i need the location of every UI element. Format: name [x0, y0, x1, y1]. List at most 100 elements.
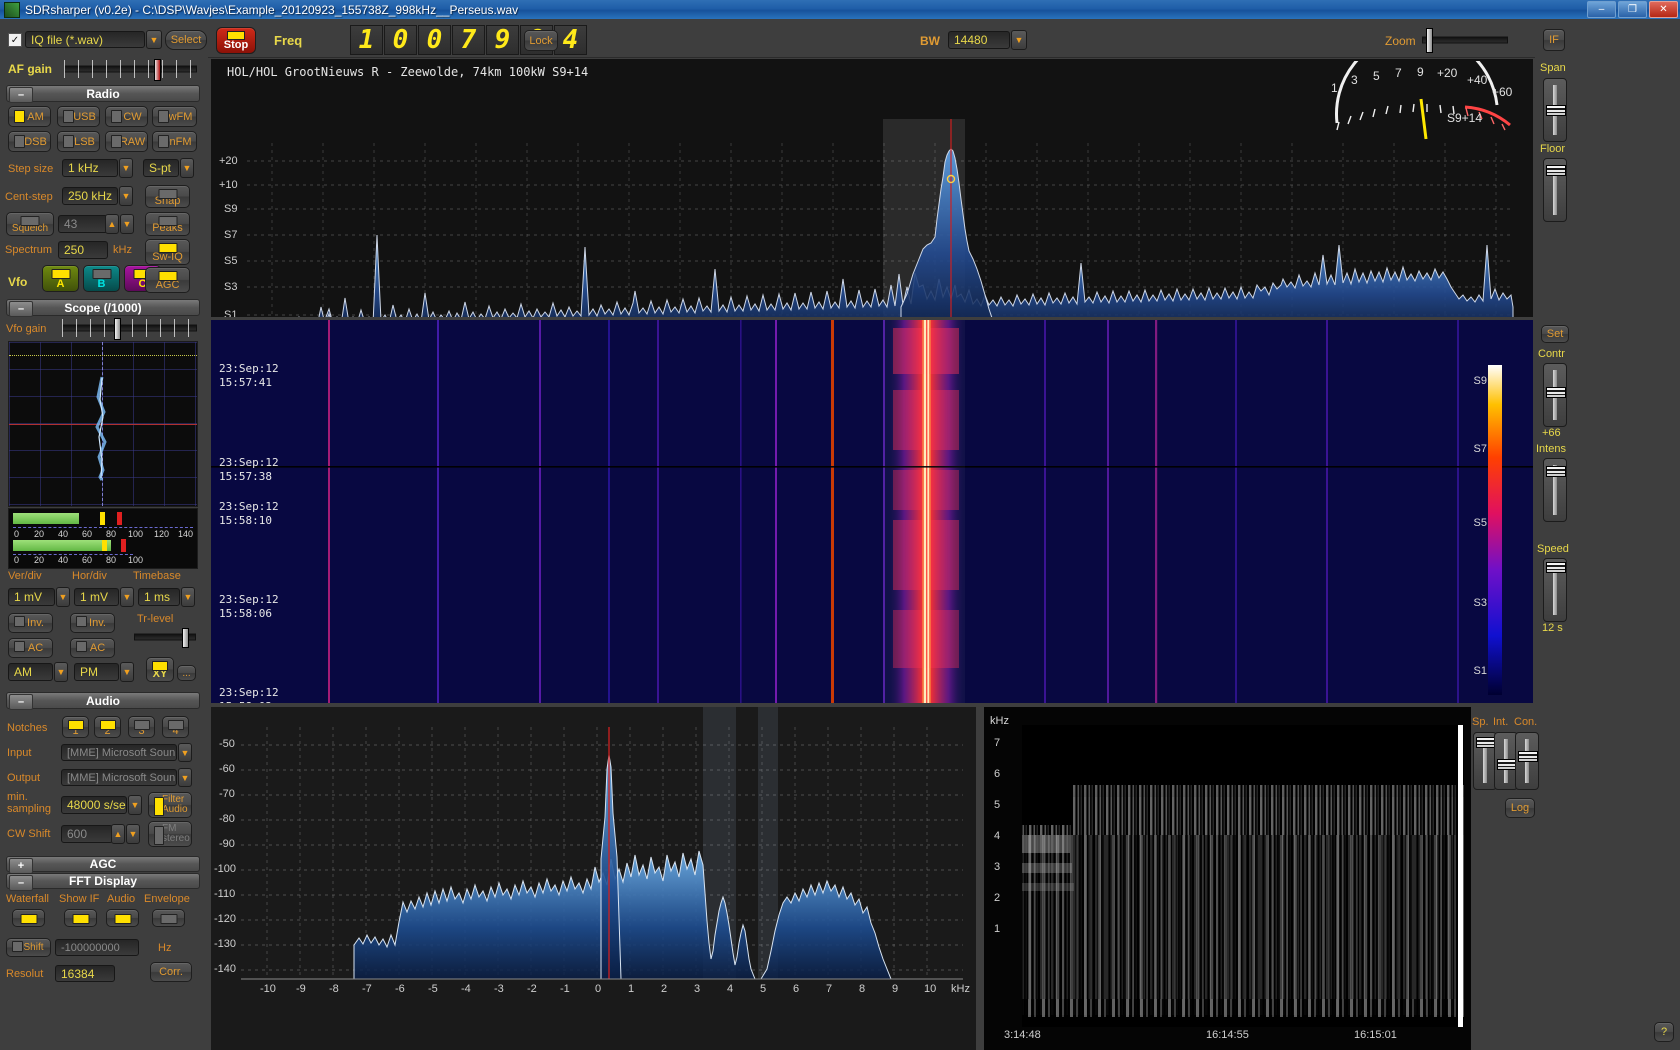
notch-button-3[interactable]: 3 [128, 716, 155, 738]
inv-button-2[interactable]: Inv. [70, 613, 115, 633]
freq-digit[interactable]: 9 [486, 25, 519, 55]
source-dropdown-arrow[interactable]: ▼ [146, 30, 162, 49]
int-slider-knob[interactable] [1497, 759, 1517, 770]
xy-button[interactable]: XY [146, 657, 174, 682]
zoom-slider[interactable] [1422, 29, 1508, 50]
audio-output-field[interactable]: [MME] Microsoft Soun [61, 769, 177, 786]
tr-level-knob[interactable] [182, 628, 189, 648]
zoom-slider-knob[interactable] [1426, 28, 1433, 53]
source-select-field[interactable]: IQ file (*.wav) [25, 31, 145, 48]
contr-slider[interactable] [1543, 363, 1567, 427]
verdiv-field[interactable]: 1 mV [8, 588, 55, 606]
freq-digit[interactable]: 4 [554, 25, 587, 55]
speed-slider-knob[interactable] [1546, 562, 1566, 573]
audio-toggle[interactable] [106, 909, 139, 927]
min-sampling-field[interactable]: 48000 s/se [61, 796, 127, 814]
af-gain-knob[interactable] [154, 59, 161, 81]
peaks-button[interactable]: Peaks [145, 212, 190, 236]
af-gain-slider[interactable] [64, 60, 197, 78]
step-size-dropdown-arrow[interactable]: ▼ [119, 158, 133, 178]
vfo-gain-knob[interactable] [114, 318, 121, 340]
freq-digit[interactable]: 1 [350, 25, 383, 55]
audio-input-field[interactable]: [MME] Microsoft Soun [61, 744, 177, 761]
spt-field[interactable]: S-pt [143, 159, 179, 177]
cw-shift-up-arrow[interactable]: ▲ [111, 824, 125, 844]
cent-step-dropdown-arrow[interactable]: ▼ [119, 186, 133, 206]
help-button[interactable]: ? [1654, 1022, 1674, 1042]
cw-shift-down-arrow[interactable]: ▼ [126, 824, 140, 844]
agc-button[interactable]: AGC [145, 267, 190, 293]
speed-slider[interactable] [1543, 558, 1567, 622]
span-slider[interactable] [1543, 78, 1567, 142]
tr-level-slider[interactable] [134, 629, 196, 645]
mode-button-raw[interactable]: RAW [105, 131, 148, 152]
contr-slider-knob[interactable] [1546, 387, 1566, 398]
con-slider[interactable] [1515, 732, 1539, 790]
mode-button-wfm[interactable]: wFM [152, 106, 197, 127]
span-slider-knob[interactable] [1546, 105, 1566, 116]
freq-digit[interactable]: 7 [452, 25, 485, 55]
cent-step-field[interactable]: 250 kHz [62, 187, 118, 205]
vfo-button-a[interactable]: A [42, 265, 79, 292]
ac-button-1[interactable]: AC [8, 638, 53, 658]
audio-spectrogram-panel[interactable]: kHz 7 6 5 4 3 2 1 [984, 707, 1471, 1050]
timebase-field[interactable]: 1 ms [138, 588, 180, 606]
bw-dropdown-arrow[interactable]: ▼ [1011, 30, 1027, 50]
cw-shift-field[interactable]: 600 [61, 825, 113, 843]
agc-expand-toggle[interactable]: + [9, 858, 33, 874]
source-enable-checkbox[interactable]: ✓ [8, 33, 22, 47]
audio-output-dropdown-arrow[interactable]: ▼ [178, 768, 192, 787]
scope-section-header[interactable]: – Scope (/1000) [6, 299, 200, 316]
audio-collapse-toggle[interactable]: – [9, 694, 33, 710]
close-button[interactable]: ✕ [1649, 1, 1678, 18]
step-size-field[interactable]: 1 kHz [62, 159, 118, 177]
vfo-gain-slider[interactable] [62, 319, 197, 337]
hordiv-dropdown-arrow[interactable]: ▼ [120, 587, 134, 607]
if-audio-fft-panel[interactable]: -50 -60 -70 -80 -90 -100 -110 -120 -130 … [211, 707, 976, 1050]
if-button[interactable]: IF [1543, 29, 1565, 51]
log-button[interactable]: Log [1505, 798, 1535, 818]
freq-digit[interactable]: 0 [384, 25, 417, 55]
scope-more-button[interactable]: ... [177, 665, 196, 681]
squelch-button[interactable]: Squelch [6, 212, 54, 236]
verdiv-dropdown-arrow[interactable]: ▼ [56, 587, 70, 607]
inv-button-1[interactable]: Inv. [8, 613, 53, 633]
ac-button-2[interactable]: AC [70, 638, 115, 658]
notch-button-1[interactable]: 1 [62, 716, 89, 738]
rf-spectrum-panel[interactable]: HOL/HOL GrootNieuws R - Zeewolde, 74km 1… [211, 59, 1533, 317]
freq-digit[interactable]: 0 [418, 25, 451, 55]
fft-section-header[interactable]: – FFT Display [6, 873, 200, 889]
notch-button-2[interactable]: 2 [94, 716, 121, 738]
scope-collapse-toggle[interactable]: – [9, 301, 33, 317]
snap-button[interactable]: Snap [145, 185, 190, 208]
intens-slider[interactable] [1543, 458, 1567, 522]
spt-dropdown-arrow[interactable]: ▼ [180, 158, 194, 178]
fm-stereo-button[interactable]: FM stereo [148, 821, 192, 847]
mode-button-dsb[interactable]: DSB [8, 131, 51, 152]
scope-mod2-dropdown-arrow[interactable]: ▼ [120, 662, 134, 682]
scope-mod1-field[interactable]: AM [8, 663, 53, 681]
scope-mod2-field[interactable]: PM [74, 663, 119, 681]
filter-audio-button[interactable]: Filter Audio [148, 792, 192, 818]
resolut-field[interactable]: 16384 [55, 965, 115, 982]
min-sampling-dropdown-arrow[interactable]: ▼ [128, 795, 142, 815]
envelope-toggle[interactable] [152, 909, 185, 927]
shift-button[interactable]: Shift [6, 938, 51, 957]
minimize-button[interactable]: – [1587, 1, 1616, 18]
sp-slider-knob[interactable] [1476, 737, 1496, 748]
squelch-field[interactable]: 43 [58, 215, 108, 233]
intens-slider-knob[interactable] [1546, 466, 1566, 477]
fft-collapse-toggle[interactable]: – [9, 875, 33, 891]
audio-section-header[interactable]: – Audio [6, 692, 200, 709]
select-button[interactable]: Select [165, 30, 207, 50]
squelch-up-arrow[interactable]: ▲ [105, 214, 119, 234]
bw-field[interactable]: 14480 [948, 31, 1010, 49]
floor-slider[interactable] [1543, 158, 1567, 222]
vfo-button-b[interactable]: B [83, 265, 120, 292]
scope-display[interactable] [8, 341, 198, 507]
scope-mod1-dropdown-arrow[interactable]: ▼ [54, 662, 68, 682]
mode-button-nfm[interactable]: nFM [152, 131, 197, 152]
corr-button[interactable]: Corr. [150, 962, 192, 982]
agc-section-header[interactable]: + AGC [6, 856, 200, 872]
set-button[interactable]: Set [1541, 325, 1569, 343]
